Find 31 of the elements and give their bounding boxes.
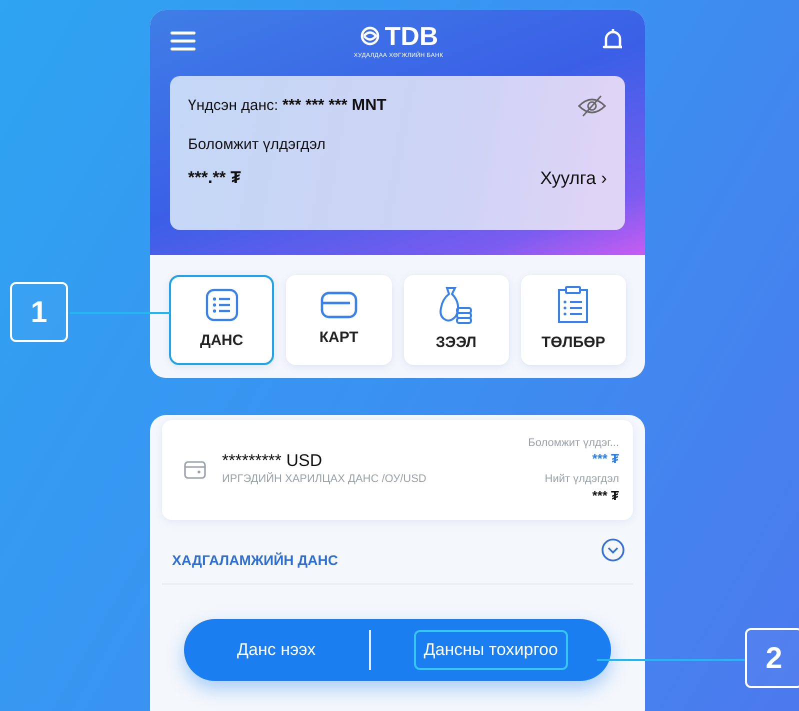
account-card[interactable]: ********* USD ИРГЭДИЙН ХАРИЛЦАХ ДАНС /ОУ/USD Боломжит үлдэг... *** ₮ Нийт үлдэгдэл *** ₮ <box>162 420 633 520</box>
quick-action-tile[interactable]: КАРТ <box>286 275 392 365</box>
account-number: ********* USD <box>222 452 324 472</box>
account-type: ИРГЭДИЙН ХАРИЛЦАХ ДАНС /ОУ/USD <box>222 471 428 488</box>
account-number: *** *** *** MNT <box>282 97 386 114</box>
quick-action-tile[interactable]: ДАНС <box>169 275 274 365</box>
callout-number: 2 <box>745 628 799 688</box>
bar-action-button[interactable]: Дансны тохиргоо <box>414 630 568 670</box>
quick-action-tile[interactable]: ЗЭЭЛ <box>404 275 509 365</box>
money-bag-with-coins-icon <box>438 286 474 324</box>
hidden-eye-icon[interactable] <box>577 95 607 117</box>
total-balance-label: Нийт үлдэгдэл <box>544 472 619 487</box>
section-title[interactable]: ХАДГАЛАМЖИЙН ДАНС <box>172 550 338 571</box>
menu-icon[interactable] <box>170 31 196 51</box>
available-balance-amount: *** ₮ <box>591 450 619 468</box>
available-balance-amount: ***.** ₮ <box>188 167 241 190</box>
expand-chevron-icon[interactable] <box>601 538 625 562</box>
available-balance-label: Боломжит үлдэгдэл <box>188 135 327 155</box>
clipboard-list-icon <box>557 286 590 324</box>
account-label: Үндсэн данс: <box>188 97 278 114</box>
total-balance-amount: *** ₮ <box>591 486 619 504</box>
statement-link[interactable]: Хуулга › <box>540 164 607 192</box>
logo-icon <box>358 25 381 47</box>
wallet-icon <box>184 460 206 480</box>
logo-text: TDB <box>384 23 438 49</box>
available-balance-label: Боломжит үлдэг... <box>528 436 619 450</box>
quick-action-tile[interactable]: ТӨЛБӨР <box>520 275 626 365</box>
list-icon <box>204 288 239 322</box>
card-icon <box>320 290 358 319</box>
callout-number: 1 <box>10 282 68 342</box>
bar-action-button[interactable]: Данс нээх <box>227 630 326 670</box>
